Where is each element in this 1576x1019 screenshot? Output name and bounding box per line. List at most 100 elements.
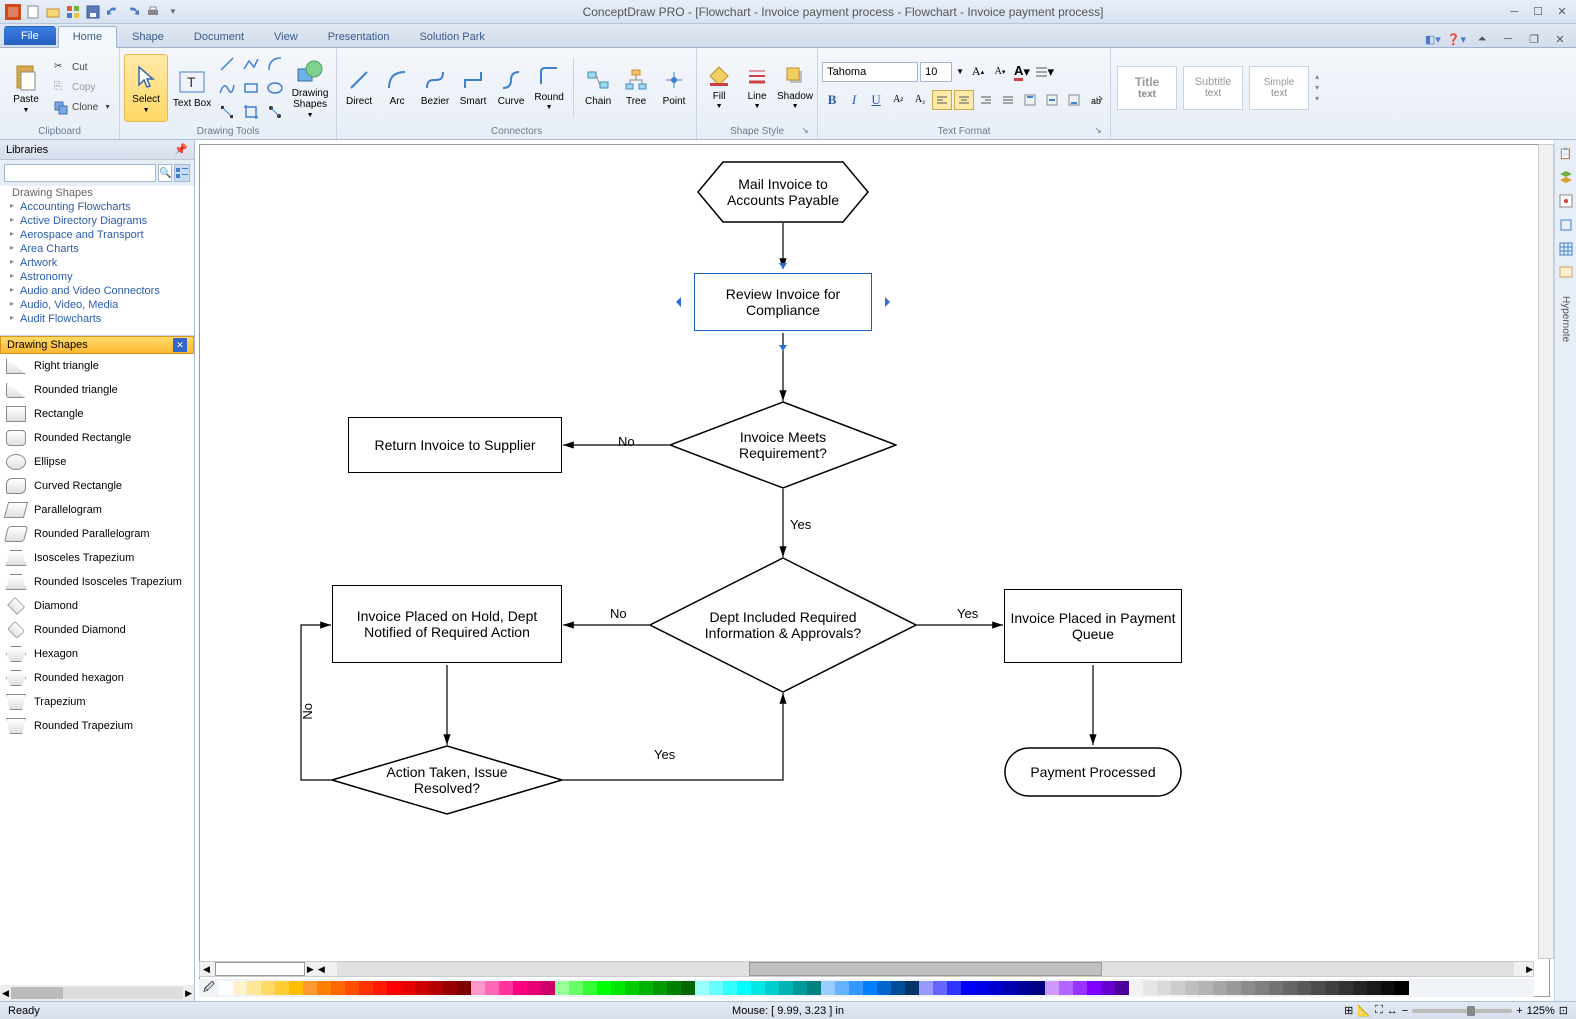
hscroll-track[interactable] (337, 962, 1514, 976)
color-swatch[interactable] (653, 981, 667, 995)
color-swatch[interactable] (401, 981, 415, 995)
color-swatch[interactable] (247, 981, 261, 995)
flow-payment-processed[interactable]: Payment Processed (1004, 747, 1182, 802)
color-swatch[interactable] (695, 981, 709, 995)
tab-home[interactable]: Home (58, 26, 117, 48)
color-swatch[interactable] (1227, 981, 1241, 995)
color-swatch[interactable] (919, 981, 933, 995)
round-connector-button[interactable]: Round▼ (531, 54, 567, 122)
tab-view[interactable]: View (259, 26, 313, 47)
arc-connector-button[interactable]: Arc (379, 54, 415, 122)
library-tree[interactable]: Drawing Shapes Accounting FlowchartsActi… (0, 186, 194, 336)
flow-hold-notified[interactable]: Invoice Placed on Hold, Dept Notified of… (332, 585, 562, 663)
color-swatch[interactable] (1115, 981, 1129, 995)
color-swatch[interactable] (317, 981, 331, 995)
grow-font-button[interactable]: A▴ (968, 62, 988, 82)
edit-points-icon[interactable] (216, 101, 238, 123)
textbox-button[interactable]: T Text Box (170, 54, 214, 122)
stencil-item[interactable]: Rectangle (0, 402, 194, 426)
color-swatch[interactable] (1297, 981, 1311, 995)
color-swatch[interactable] (975, 981, 989, 995)
stencil-list[interactable]: Right triangleRounded triangleRectangleR… (0, 354, 194, 985)
child-minimize-button[interactable]: ─ (1498, 31, 1518, 47)
color-swatch[interactable] (485, 981, 499, 995)
color-swatch[interactable] (1185, 981, 1199, 995)
color-swatch[interactable] (905, 981, 919, 995)
underline-button[interactable]: U (866, 90, 886, 110)
color-swatch[interactable] (989, 981, 1003, 995)
color-swatch[interactable] (541, 981, 555, 995)
flow-dept-included[interactable]: Dept Included Required Information & App… (649, 557, 917, 698)
app-icon[interactable] (4, 3, 22, 21)
panel-hscroll[interactable]: ◀ ▶ (0, 985, 194, 1001)
color-swatch[interactable] (429, 981, 443, 995)
rect-tool-icon[interactable] (240, 77, 262, 99)
color-swatch[interactable] (1353, 981, 1367, 995)
collapse-ribbon-button[interactable]: ⏶ (1472, 31, 1492, 47)
stencil-item[interactable]: Rounded triangle (0, 378, 194, 402)
color-swatch[interactable] (751, 981, 765, 995)
font-family-select[interactable] (822, 62, 918, 82)
color-swatch[interactable] (1339, 981, 1353, 995)
maximize-button[interactable]: ☐ (1528, 4, 1548, 20)
color-swatch[interactable] (1325, 981, 1339, 995)
color-swatch[interactable] (415, 981, 429, 995)
fill-button[interactable]: Fill▼ (701, 54, 737, 122)
search-button[interactable]: 🔍 (158, 164, 172, 182)
color-swatch[interactable] (345, 981, 359, 995)
ellipse-tool-icon[interactable] (264, 77, 286, 99)
color-swatch[interactable] (1101, 981, 1115, 995)
color-swatch[interactable] (1087, 981, 1101, 995)
print-icon[interactable] (144, 3, 162, 21)
color-swatch[interactable] (1031, 981, 1045, 995)
stencil-item[interactable]: Rounded Diamond (0, 618, 194, 642)
color-swatch[interactable] (961, 981, 975, 995)
text-direction-button[interactable]: ab (1086, 90, 1106, 110)
color-swatch[interactable] (303, 981, 317, 995)
stencil-item[interactable]: Diamond (0, 594, 194, 618)
page-tab[interactable] (215, 962, 305, 976)
color-swatch[interactable] (1395, 981, 1409, 995)
italic-button[interactable]: I (844, 90, 864, 110)
color-swatch[interactable] (289, 981, 303, 995)
canvas-vscrollbar[interactable] (1538, 144, 1554, 959)
color-swatch[interactable] (359, 981, 373, 995)
flow-review-invoice[interactable]: Review Invoice for Compliance (694, 273, 872, 331)
tree-item[interactable]: Audio, Video, Media (0, 298, 194, 312)
color-swatch[interactable] (1171, 981, 1185, 995)
color-swatch[interactable] (569, 981, 583, 995)
zoom-out-button[interactable]: − (1402, 1005, 1408, 1017)
size-tool-icon[interactable] (1557, 216, 1575, 234)
clone-button[interactable]: Clone▼ (50, 98, 115, 118)
color-swatch[interactable] (373, 981, 387, 995)
color-swatch[interactable] (877, 981, 891, 995)
undo-icon[interactable] (104, 3, 122, 21)
tree-button[interactable]: Tree (618, 54, 654, 122)
superscript-button[interactable]: A² (888, 90, 908, 110)
node-tool-icon[interactable] (264, 101, 286, 123)
styles-up-icon[interactable]: ▴ (1315, 72, 1319, 81)
line-spacing-button[interactable]: ▾ (1034, 62, 1054, 82)
text-format-launcher-icon[interactable]: ↘ (1092, 125, 1104, 137)
align-center-button[interactable] (954, 90, 974, 110)
color-swatch[interactable] (737, 981, 751, 995)
zoom-in-button[interactable]: + (1516, 1005, 1522, 1017)
color-swatch[interactable] (611, 981, 625, 995)
styles-more-icon[interactable]: ▾ (1315, 94, 1319, 103)
minimize-button[interactable]: ─ (1504, 4, 1524, 20)
subtitle-text-style[interactable]: Subtitletext (1183, 66, 1243, 110)
font-color-button[interactable]: A▾ (1012, 62, 1032, 82)
color-swatch[interactable] (1129, 981, 1143, 995)
color-swatch[interactable] (765, 981, 779, 995)
stencil-item[interactable]: Rounded Trapezium (0, 714, 194, 738)
child-restore-button[interactable]: ❐ (1524, 31, 1544, 47)
stencil-item[interactable]: Ellipse (0, 450, 194, 474)
tab-document[interactable]: Document (179, 26, 259, 47)
stencil-header[interactable]: Drawing Shapes ✕ (0, 336, 194, 354)
tree-item[interactable]: Audit Flowcharts (0, 312, 194, 326)
styles-down-icon[interactable]: ▾ (1315, 83, 1319, 92)
color-swatch[interactable] (275, 981, 289, 995)
color-swatch[interactable] (723, 981, 737, 995)
grid-tool-icon[interactable] (1557, 240, 1575, 258)
arc-tool-icon[interactable] (264, 53, 286, 75)
